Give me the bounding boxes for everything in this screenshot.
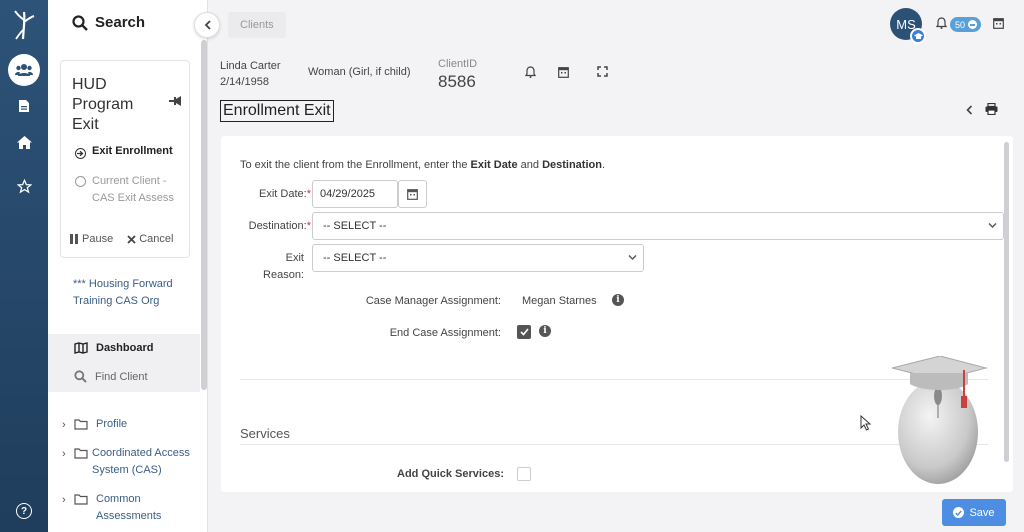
tree-label: Profile — [96, 418, 128, 430]
exit-date-label: Exit Date:* — [259, 188, 311, 200]
pause-icon — [70, 234, 78, 244]
quick-services-label: Add Quick Services: — [397, 468, 504, 480]
check-icon — [519, 328, 529, 336]
workflow-step-cas-exit[interactable]: Current Client - CAS Exit Assess — [75, 173, 185, 207]
case-manager-label: Case Manager Assignment: — [365, 295, 501, 307]
client-id: 8586 — [438, 72, 476, 91]
close-icon — [127, 234, 136, 244]
bell-icon[interactable] — [524, 66, 537, 81]
destination-label: Destination:* — [248, 220, 311, 232]
services-heading: Services — [240, 426, 290, 441]
home-icon[interactable] — [8, 126, 40, 158]
sidebar: Search HUD Program Exit Exit Enrollment … — [48, 0, 208, 532]
folder-icon — [74, 448, 88, 459]
info-icon[interactable]: i — [539, 325, 551, 337]
notification-count: 50 — [955, 19, 966, 30]
chevron-right-icon: › — [62, 494, 66, 506]
step-label: Current Client - CAS Exit Assess — [92, 175, 174, 204]
client-name[interactable]: Linda Carter — [220, 58, 281, 74]
chevron-down-icon — [988, 223, 997, 228]
tree-label: Coordinated Access System (CAS) — [92, 447, 190, 476]
client-gender: Woman (Girl, if child) — [308, 66, 411, 78]
page-title: Enrollment Exit — [220, 100, 334, 122]
calendar-icon[interactable] — [558, 66, 569, 81]
search-icon — [72, 14, 88, 31]
save-button[interactable]: Save — [942, 499, 1006, 526]
bell-icon[interactable] — [935, 17, 948, 32]
nav-find-client[interactable]: Find Client — [74, 370, 148, 383]
avatar[interactable]: MS — [890, 8, 926, 44]
logo-figure-icon[interactable] — [12, 10, 36, 40]
chevron-right-icon: › — [62, 448, 66, 460]
end-case-label: End Case Assignment: — [389, 327, 501, 339]
destination-value: -- SELECT -- — [323, 220, 387, 232]
divider — [240, 379, 988, 380]
pause-button[interactable]: Pause — [70, 233, 113, 245]
client-summary: Linda Carter 2/14/1958 — [220, 58, 281, 90]
star-icon[interactable] — [8, 170, 40, 202]
exit-reason-value: -- SELECT -- — [323, 252, 387, 264]
case-manager-value: Megan Starnes — [522, 295, 597, 307]
tree-item-common-assessments[interactable]: › Common Assessments — [62, 491, 202, 525]
mouse-cursor-icon — [860, 414, 872, 434]
exit-reason-label: Exit Reason: — [263, 252, 304, 281]
chevron-left-icon[interactable] — [966, 104, 973, 118]
workflow-card: HUD Program Exit Exit Enrollment Current… — [60, 60, 190, 258]
step-label: Exit Enrollment — [92, 145, 173, 157]
date-picker-button[interactable] — [398, 180, 427, 208]
circle-icon — [75, 176, 86, 187]
client-dob: 2/14/1958 — [220, 76, 269, 88]
org-name-link[interactable]: *** Housing Forward Training CAS Org — [73, 276, 203, 310]
quick-services-checkbox[interactable] — [517, 467, 531, 481]
nav-dashboard[interactable]: Dashboard — [74, 342, 153, 354]
form-intro: To exit the client from the Enrollment, … — [240, 159, 606, 171]
cancel-button[interactable]: Cancel — [127, 233, 173, 245]
save-label: Save — [969, 506, 995, 519]
workflow-step-exit-enrollment[interactable]: Exit Enrollment — [75, 145, 173, 159]
workflow-title: HUD Program Exit — [72, 76, 134, 133]
divider — [240, 444, 988, 445]
left-rail: ? — [0, 0, 48, 532]
search-icon — [74, 370, 87, 383]
search-label: Search — [95, 14, 146, 31]
content-scrollbar[interactable] — [1004, 142, 1009, 462]
people-icon[interactable] — [8, 54, 40, 86]
pin-icon[interactable] — [169, 95, 181, 109]
map-icon — [74, 342, 88, 354]
tree-item-profile[interactable]: › Profile — [62, 416, 127, 434]
sidebar-scrollbar[interactable] — [201, 40, 207, 390]
tree-item-cas[interactable]: › Coordinated Access System (CAS) — [62, 445, 202, 479]
exit-reason-select[interactable]: -- SELECT -- — [312, 244, 644, 272]
document-icon[interactable] — [8, 90, 40, 122]
check-circle-icon — [953, 507, 965, 518]
tree-label: Common Assessments — [96, 493, 162, 522]
folder-icon — [74, 494, 88, 505]
calendar-icon — [407, 189, 418, 200]
sidebar-search[interactable]: Search — [72, 14, 145, 31]
cancel-label: Cancel — [139, 233, 174, 245]
collapse-sidebar-button[interactable] — [194, 12, 220, 38]
exit-date-input[interactable]: 04/29/2025 — [312, 180, 398, 208]
nav-label: Find Client — [95, 370, 148, 383]
client-id-label: ClientID — [438, 58, 478, 70]
chevron-right-icon: › — [62, 419, 66, 431]
nav-label: Dashboard — [96, 342, 154, 354]
end-case-checkbox[interactable] — [517, 325, 531, 339]
pause-label: Pause — [82, 233, 114, 245]
mouse-mascot-icon — [888, 355, 988, 486]
calendar-icon[interactable] — [993, 17, 1004, 32]
chevron-left-icon — [204, 20, 211, 30]
info-icon[interactable]: i — [612, 294, 624, 306]
minus-icon — [968, 20, 978, 29]
folder-icon — [74, 419, 88, 430]
help-icon[interactable]: ? — [16, 503, 32, 519]
notification-badge[interactable]: 50 — [950, 17, 982, 32]
chevron-down-icon — [628, 255, 637, 260]
expand-icon[interactable] — [597, 66, 608, 80]
destination-select[interactable]: -- SELECT -- — [312, 212, 1004, 240]
graduation-cap-icon — [910, 28, 926, 44]
printer-icon[interactable] — [985, 102, 998, 118]
arrow-circle-icon — [75, 148, 86, 159]
breadcrumb[interactable]: Clients — [228, 12, 286, 38]
